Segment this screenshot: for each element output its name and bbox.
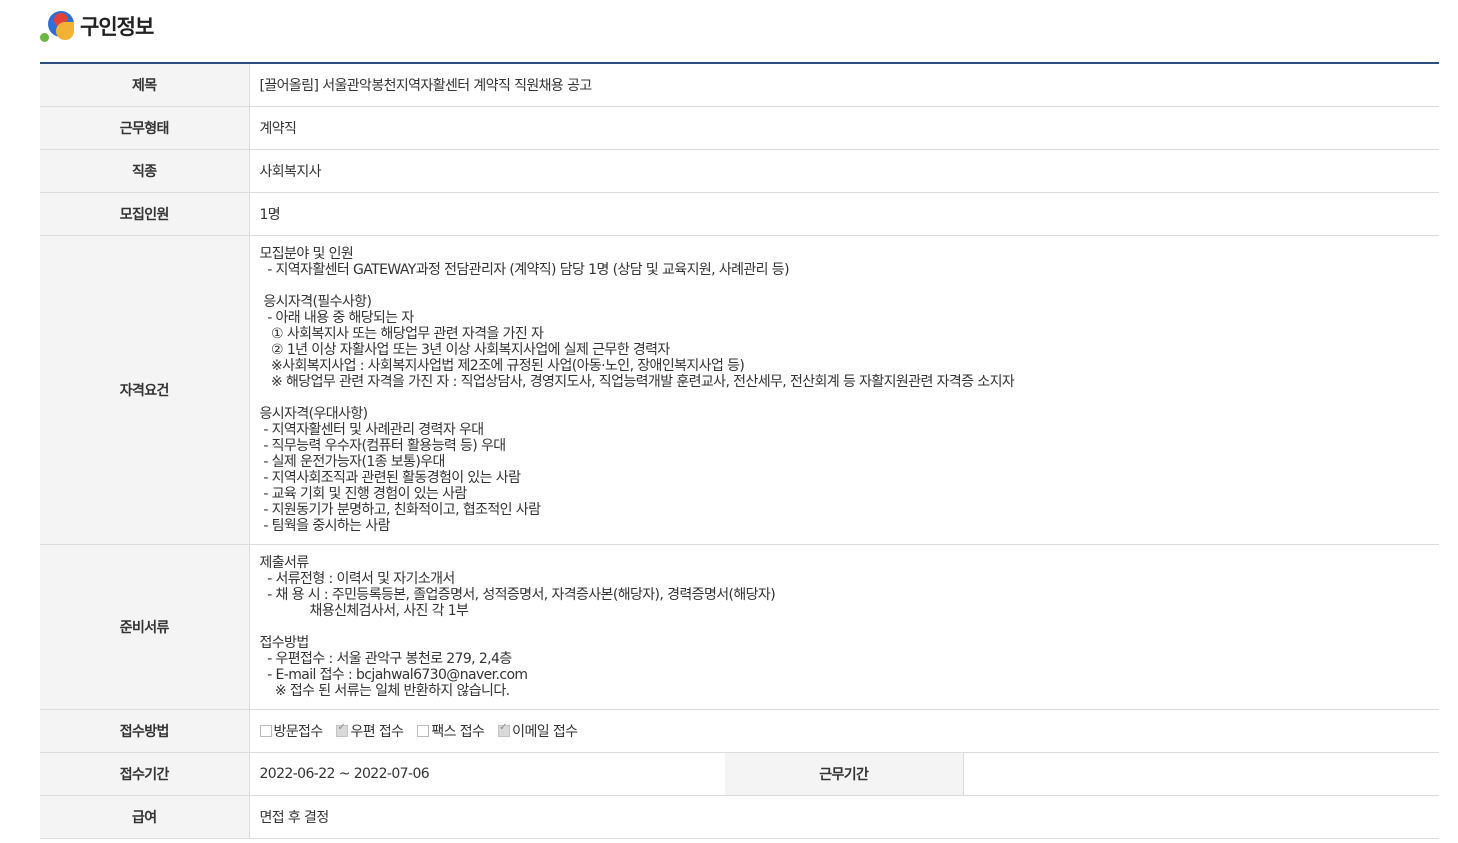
qualifications-label: 자격요건 [40,235,250,545]
qualification-line: 모집분야 및 인원 [259,245,354,262]
checkbox-checked-icon [336,722,349,737]
method-post-label: 우편 접수 [350,723,404,740]
row-documents: 준비서류 제출서류 - 서류전형 : 이력서 및 자기소개서 - 채 용 시 :… [40,544,1440,710]
method-visit-checkbox[interactable]: 방문접수 [259,721,324,741]
job-posting-page: 구인정보 제목 [끌어올림] 서울관악봉천지역자활센터 계약직 직원채용 공고 … [0,0,1458,843]
document-line: - E-mail 접수 : bcjahwal6730@naver.com [259,666,528,683]
qualification-line [260,278,1439,294]
methods-value: 방문접수 우편 접수 팩스 접수 이메일 접수 [249,709,1440,753]
qualification-line: - 지역자활센터 GATEWAY과정 전담관리자 (계약직) 담당 1명 (상담… [259,261,789,278]
row-work-type: 근무형태 계약직 [40,106,1440,150]
period-label: 접수기간 [40,752,250,796]
row-period: 접수기간 2022-06-22 ~ 2022-07-06 근무기간 [40,752,1440,796]
qualification-line: - 지원동기가 분명하고, 친화적이고, 협조적인 사람 [259,501,541,518]
method-visit-label: 방문접수 [273,723,324,740]
documents-label: 준비서류 [40,544,250,710]
qualification-line: 응시자격(우대사항) [259,405,369,422]
job-value: 사회복지사 [249,149,1440,193]
qualification-line: - 지역사회조직과 관련된 활동경험이 있는 사람 [259,469,521,486]
qualification-line: - 실제 운전가능자(1종 보통)우대 [259,453,445,470]
salary-label: 급여 [40,795,250,839]
document-line: 제출서류 [259,554,310,571]
work-period-label: 근무기간 [725,752,964,796]
checkbox-icon [417,724,430,737]
checkbox-icon [259,724,272,737]
work-type-label: 근무형태 [40,106,250,150]
method-post-checkbox[interactable]: 우편 접수 [336,721,404,741]
qualification-line: ② 1년 이상 자활사업 또는 3년 이상 사회복지사업에 실제 근무한 경력자 [259,341,670,358]
row-qualifications: 자격요건 모집분야 및 인원 - 지역자활센터 GATEWAY과정 전담관리자 … [40,235,1440,545]
headcount-label: 모집인원 [40,192,250,236]
section-title: 구인정보 [80,15,154,39]
method-fax-checkbox[interactable]: 팩스 접수 [417,721,485,741]
title-value: [끌어올림] 서울관악봉천지역자활센터 계약직 직원채용 공고 [249,63,1440,107]
method-email-label: 이메일 접수 [512,723,578,740]
document-line: 채용신체검사서, 사진 각 1부 [259,602,469,619]
period-value: 2022-06-22 ~ 2022-07-06 [249,752,725,796]
methods-label: 접수방법 [40,709,250,753]
documents-value: 제출서류 - 서류전형 : 이력서 및 자기소개서 - 채 용 시 : 주민등록… [249,544,1440,710]
row-job: 직종 사회복지사 [40,149,1440,193]
checkbox-checked-icon [498,722,511,737]
row-salary: 급여 면접 후 결정 [40,795,1440,839]
document-line: 접수방법 [259,634,310,651]
row-methods: 접수방법 방문접수 우편 접수 팩스 접수 이메일 접수 [40,709,1440,753]
headcount-value: 1명 [249,192,1440,236]
method-fax-label: 팩스 접수 [431,723,485,740]
qualification-line: - 팀웍을 중시하는 사람 [259,517,390,534]
row-headcount: 모집인원 1명 [40,192,1440,236]
document-line: ※ 접수 된 서류는 일체 반환하지 않습니다. [259,682,510,699]
qualifications-value: 모집분야 및 인원 - 지역자활센터 GATEWAY과정 전담관리자 (계약직)… [249,235,1440,545]
qualification-line [260,390,1439,406]
section-header: 구인정보 [40,8,154,44]
document-line: - 채 용 시 : 주민등록등본, 졸업증명서, 성적증명서, 자격증사본(해당… [259,586,776,603]
document-line: - 우편접수 : 서울 관악구 봉천로 279, 2,4층 [259,650,512,667]
qualification-line: ※ 해당업무 관련 자격을 가진 자 : 직업상담사, 경영지도사, 직업능력개… [259,373,1015,390]
work-type-value: 계약직 [249,106,1440,150]
document-line: - 서류전형 : 이력서 및 자기소개서 [259,570,455,587]
method-email-checkbox[interactable]: 이메일 접수 [498,721,578,741]
job-info-table: 제목 [끌어올림] 서울관악봉천지역자활센터 계약직 직원채용 공고 근무형태 … [40,62,1440,839]
qualification-line: 응시자격(필수사항) [259,293,372,310]
salary-value: 면접 후 결정 [249,795,1440,839]
qualification-line: ① 사회복지사 또는 해당업무 관련 자격을 가진 자 [259,325,544,342]
qualification-line: ※사회복지사업 : 사회복지사업법 제2조에 규정된 사업(아동·노인, 장애인… [259,357,745,374]
qualification-line: - 지역자활센터 및 사례관리 경력자 우대 [259,421,484,438]
qualification-line: - 아래 내용 중 해당되는 자 [259,309,414,326]
title-label: 제목 [40,63,250,107]
row-title: 제목 [끌어올림] 서울관악봉천지역자활센터 계약직 직원채용 공고 [40,63,1440,107]
logo-icon [40,9,74,43]
qualification-line: - 교육 기회 및 진행 경험이 있는 사람 [259,485,467,502]
job-label: 직종 [40,149,250,193]
qualification-line: - 직무능력 우수자(컴퓨터 활용능력 등) 우대 [259,437,506,454]
work-period-value [963,752,1440,796]
